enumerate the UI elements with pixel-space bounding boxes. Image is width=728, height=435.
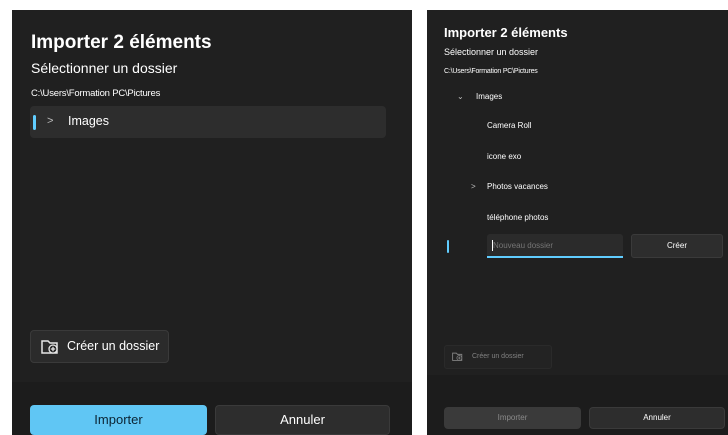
tree-item-images[interactable]: > Images (30, 106, 386, 138)
chevron-down-icon[interactable]: ⌄ (457, 92, 464, 101)
new-folder-input[interactable] (487, 234, 623, 256)
new-folder-icon (452, 352, 463, 361)
new-folder-icon (41, 340, 58, 354)
new-folder-name-field[interactable] (487, 234, 623, 258)
tree-item-telephone-photos[interactable]: téléphone photos (487, 213, 548, 222)
cancel-button[interactable]: Annuler (589, 407, 725, 429)
dialog-title: Importer 2 éléments (444, 25, 568, 40)
new-folder-button[interactable]: Créer un dossier (444, 345, 552, 369)
dialog-subtitle: Sélectionner un dossier (31, 60, 178, 76)
new-folder-label: Créer un dossier (472, 353, 524, 360)
dialog-footer: Importer Annuler (12, 382, 412, 435)
selection-indicator (33, 115, 36, 130)
new-folder-label: Créer un dossier (67, 339, 160, 353)
chevron-right-icon[interactable]: > (471, 182, 476, 191)
import-dialog-left: Importer 2 éléments Sélectionner un doss… (12, 10, 412, 435)
chevron-right-icon[interactable]: > (47, 115, 53, 127)
tree-item-camera-roll[interactable]: Camera Roll (487, 121, 531, 130)
import-button[interactable]: Importer (444, 407, 581, 429)
selection-indicator (447, 240, 449, 253)
folder-path: C:\Users\Formation PC\Pictures (31, 88, 161, 99)
folder-path: C:\Users\Formation PC\Pictures (444, 68, 538, 75)
dialog-title: Importer 2 éléments (31, 32, 212, 53)
dialog-subtitle: Sélectionner un dossier (444, 47, 539, 57)
import-button[interactable]: Importer (30, 405, 207, 435)
tree-item-images[interactable]: Images (476, 92, 502, 101)
tree-item-label: Images (68, 114, 109, 128)
tree-item-icone-exo[interactable]: icone exo (487, 152, 521, 161)
import-dialog-right: Importer 2 éléments Sélectionner un doss… (427, 10, 728, 435)
create-button[interactable]: Créer (631, 234, 723, 258)
cancel-button[interactable]: Annuler (215, 405, 390, 435)
new-folder-button[interactable]: Créer un dossier (30, 330, 169, 363)
tree-item-photos-vacances[interactable]: Photos vacances (487, 182, 548, 191)
text-caret (492, 240, 493, 251)
dialog-footer: Importer Annuler (427, 375, 728, 435)
